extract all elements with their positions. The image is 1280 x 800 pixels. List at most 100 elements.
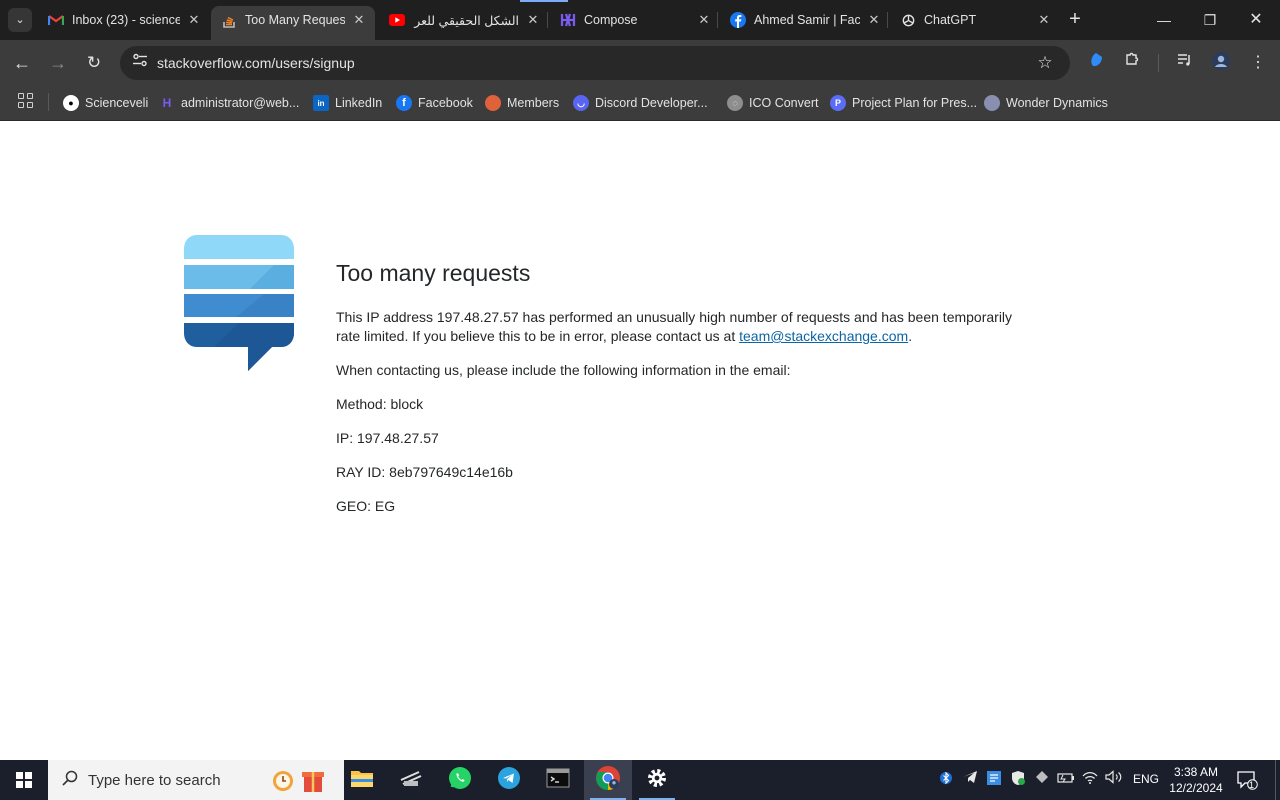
reload-button[interactable]: ↻ xyxy=(80,49,108,77)
message-end: . xyxy=(908,328,913,344)
notification-center-icon[interactable]: 1 xyxy=(1236,770,1258,790)
bookmark-project-plan[interactable]: P Project Plan for Pres... xyxy=(830,91,977,115)
folder-icon xyxy=(350,768,374,793)
bookmark-wonder-dynamics[interactable]: Wonder Dynamics xyxy=(984,91,1108,115)
clock-date: 12/2/2024 xyxy=(1169,781,1223,795)
bookmark-members[interactable]: Members xyxy=(485,91,559,115)
address-bar[interactable]: stackoverflow.com/users/signup ☆ xyxy=(120,46,1070,80)
detail-ray-id: RAY ID: 8eb797649c14e16b xyxy=(336,463,1026,482)
bookmarks-separator xyxy=(48,93,49,111)
app-tray-icon[interactable] xyxy=(985,770,1003,790)
github-icon: ● xyxy=(63,95,79,111)
extension-icon[interactable] xyxy=(1084,51,1108,75)
page-content: Too many requests This IP address 197.48… xyxy=(0,121,1280,760)
bluetooth-icon[interactable] xyxy=(937,770,955,790)
bookmark-linkedin[interactable]: in LinkedIn xyxy=(313,91,382,115)
stackexchange-logo xyxy=(184,235,294,376)
menu-kebab-icon[interactable]: ⋮ xyxy=(1246,51,1270,75)
detail-value: 197.48.27.57 xyxy=(357,430,439,446)
facebook-icon xyxy=(730,12,746,28)
bookmark-administrator[interactable]: H administrator@web... xyxy=(159,91,300,115)
restore-button[interactable]: ❐ xyxy=(1187,0,1233,40)
volume-icon[interactable] xyxy=(1105,770,1123,790)
close-icon[interactable]: ✕ xyxy=(351,12,367,28)
show-desktop-button[interactable] xyxy=(1275,760,1280,800)
tab-too-many-requests[interactable]: Too Many Requests ✕ xyxy=(211,6,375,40)
bookmark-scienceveli[interactable]: ● Scienceveli xyxy=(63,91,148,115)
forward-button[interactable]: → xyxy=(44,49,72,77)
site-info-icon[interactable] xyxy=(128,51,152,75)
tab-youtube[interactable]: الشكل الحقيقي للعر ✕ xyxy=(385,6,541,34)
close-icon[interactable]: ✕ xyxy=(525,12,541,28)
detail-label: IP: xyxy=(336,430,354,446)
tab-facebook-profile[interactable]: Ahmed Samir | Fac ✕ xyxy=(726,6,882,34)
windows-logo-icon xyxy=(16,772,32,788)
language-indicator[interactable]: ENG xyxy=(1133,772,1159,786)
tab-loading-indicator xyxy=(520,0,568,2)
bookmark-star-icon[interactable]: ☆ xyxy=(1034,52,1056,74)
taskbar-settings[interactable] xyxy=(633,760,681,800)
security-shield-icon[interactable] xyxy=(1009,770,1027,790)
taskbar-file-explorer[interactable] xyxy=(338,760,386,800)
search-placeholder: Type here to search xyxy=(88,771,221,789)
tab-separator xyxy=(717,12,718,28)
bookmark-discord[interactable]: ◡ Discord Developer... xyxy=(573,91,708,115)
extensions-puzzle-icon[interactable] xyxy=(1120,51,1144,75)
tab-search-button[interactable]: ⌄ xyxy=(8,8,32,32)
taskbar-terminal[interactable] xyxy=(534,760,582,800)
whatsapp-icon xyxy=(448,766,472,795)
battery-icon[interactable] xyxy=(1057,770,1075,790)
project-plan-icon: P xyxy=(830,95,846,111)
diamond-app-icon[interactable] xyxy=(1033,770,1051,790)
close-icon[interactable]: ✕ xyxy=(186,12,202,28)
detail-label: RAY ID: xyxy=(336,464,386,480)
search-highlight-icon[interactable] xyxy=(270,766,326,800)
tab-separator xyxy=(547,12,548,28)
tab-chatgpt[interactable]: ChatGPT ✕ xyxy=(896,6,1052,34)
minimize-button[interactable]: — xyxy=(1141,0,1187,40)
taskbar-whatsapp[interactable] xyxy=(436,760,484,800)
close-icon[interactable]: ✕ xyxy=(696,12,712,28)
close-icon[interactable]: ✕ xyxy=(866,12,882,28)
close-icon[interactable]: ✕ xyxy=(1036,12,1052,28)
taskbar-app[interactable] xyxy=(387,760,435,800)
telegram-icon xyxy=(498,766,520,794)
system-clock[interactable]: 3:38 AM 12/2/2024 xyxy=(1164,764,1228,796)
wifi-icon[interactable] xyxy=(1081,770,1099,790)
url-text: stackoverflow.com/users/signup xyxy=(157,55,355,71)
tab-compose[interactable]: Compose ✕ xyxy=(556,6,712,34)
detail-geo: GEO: EG xyxy=(336,497,1026,516)
youtube-icon xyxy=(389,12,405,28)
start-button[interactable] xyxy=(0,760,48,800)
bookmark-label: LinkedIn xyxy=(335,96,383,110)
media-controls-icon[interactable] xyxy=(1173,51,1197,75)
close-window-button[interactable]: ✕ xyxy=(1233,0,1279,40)
contact-email-link[interactable]: team@stackexchange.com xyxy=(739,328,908,344)
members-icon xyxy=(485,95,501,111)
bookmark-label: Members xyxy=(507,96,560,110)
toolbar-separator xyxy=(1158,54,1159,72)
rate-limit-message: This IP address 197.48.27.57 has perform… xyxy=(336,308,1026,346)
telegram-tray-icon[interactable] xyxy=(961,770,979,790)
detail-label: GEO: xyxy=(336,498,372,514)
tab-strip: ⌄ Inbox (23) - science ✕ Too Many Reques… xyxy=(0,0,1280,40)
tab-inbox[interactable]: Inbox (23) - science ✕ xyxy=(44,6,202,34)
bookmark-facebook[interactable]: f Facebook xyxy=(396,91,473,115)
back-button[interactable]: ← xyxy=(8,49,36,77)
bookmark-label: Discord Developer... xyxy=(595,96,708,110)
page-title: Too many requests xyxy=(336,260,531,286)
detail-method: Method: block xyxy=(336,395,1026,414)
taskbar-chrome[interactable] xyxy=(584,760,632,800)
new-tab-button[interactable]: + xyxy=(1063,8,1087,32)
profile-avatar-icon[interactable] xyxy=(1209,51,1233,75)
bookmark-ico-convert[interactable]: ◌ ICO Convert xyxy=(727,91,818,115)
windows-taskbar: Type here to search ENG 3:38 AM 12/2/202… xyxy=(0,760,1280,800)
apps-grid-icon[interactable] xyxy=(18,93,34,109)
bookmark-label: Project Plan for Pres... xyxy=(852,96,978,110)
tab-separator xyxy=(887,12,888,28)
detail-value: 8eb797649c14e16b xyxy=(389,464,513,480)
taskbar-telegram[interactable] xyxy=(485,760,533,800)
facebook-icon: f xyxy=(396,95,412,111)
taskbar-search-box[interactable]: Type here to search xyxy=(48,760,344,800)
search-icon xyxy=(60,770,80,790)
